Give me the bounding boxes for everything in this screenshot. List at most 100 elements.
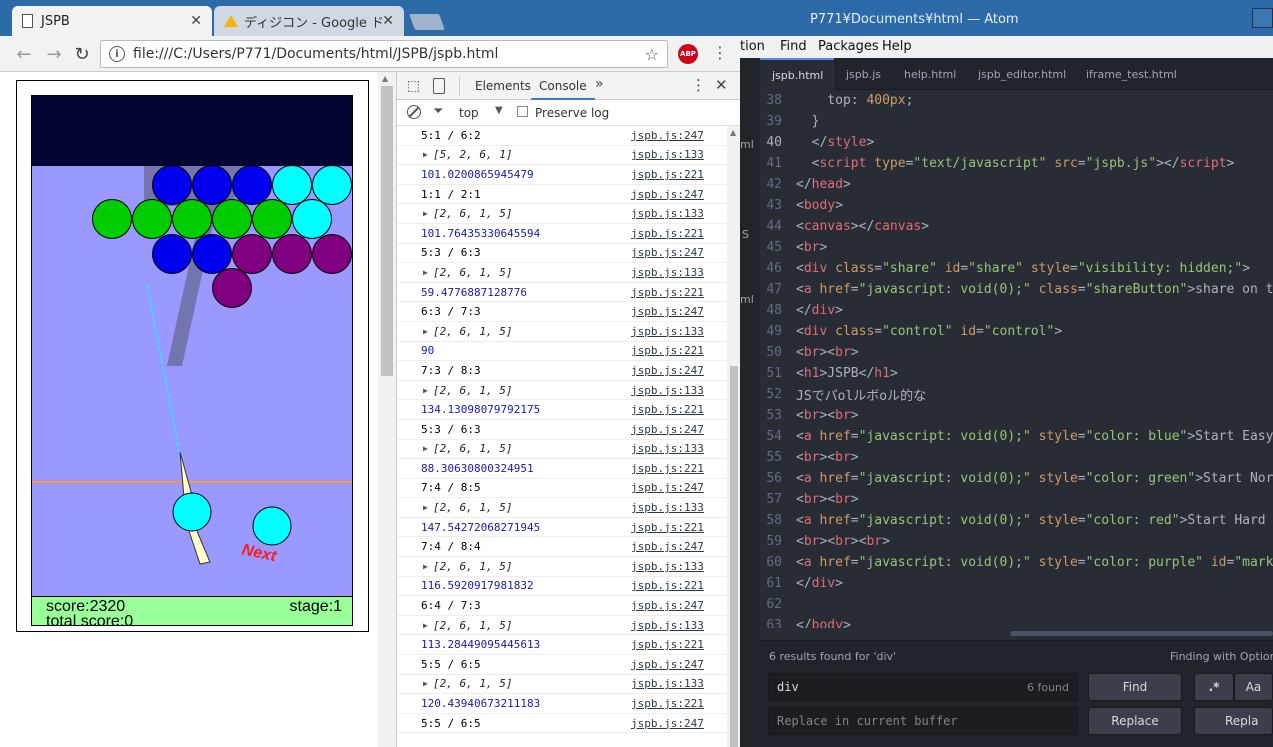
code-line[interactable]: 42 </head> — [760, 174, 1273, 195]
game-canvas[interactable]: Next score:2320 total score:0 stage:1 — [31, 95, 353, 626]
code-line[interactable]: 59 <br><br><br> — [760, 531, 1273, 552]
adblock-icon[interactable]: ABP — [678, 44, 698, 64]
info-icon[interactable]: i — [109, 46, 125, 62]
replace-input[interactable]: Replace in current buffer — [768, 707, 1078, 735]
source-link[interactable]: jspb.js:133 — [631, 384, 727, 397]
console-array-row[interactable]: ▶ [2, 6, 1, 5] jspb.js:133 — [397, 381, 727, 401]
source-link[interactable]: jspb.js:247 — [631, 658, 727, 671]
code-line[interactable]: 49 <div class="control" id="control"> — [760, 321, 1273, 342]
expand-triangle-icon[interactable]: ▶ — [423, 562, 428, 571]
device-toolbar-icon[interactable] — [433, 78, 445, 94]
find-input[interactable]: div 6 found — [768, 673, 1078, 701]
close-icon[interactable]: ✕ — [382, 13, 394, 29]
tab-jspb-editor-html[interactable]: jspb_editor.html — [966, 58, 1074, 90]
tab-jspb-js[interactable]: jspb.js — [834, 58, 892, 90]
devtools-menu-icon[interactable]: ⋮ — [691, 76, 706, 94]
close-devtools-icon[interactable]: ✕ — [715, 76, 728, 94]
source-link[interactable]: jspb.js:247 — [631, 481, 727, 494]
menu-item-packages[interactable]: Packages — [818, 39, 879, 54]
expand-triangle-icon[interactable]: ▶ — [423, 444, 428, 453]
source-link[interactable]: jspb.js:221 — [631, 697, 727, 710]
source-link[interactable]: jspb.js:221 — [631, 403, 727, 416]
clear-console-icon[interactable] — [407, 105, 421, 119]
code-line[interactable]: 38 top: 400px; — [760, 90, 1273, 111]
source-link[interactable]: jspb.js:247 — [631, 423, 727, 436]
menu-item-help[interactable]: Help — [882, 39, 912, 54]
case-toggle[interactable]: Aa — [1234, 673, 1273, 701]
context-selector[interactable]: top — [459, 106, 479, 120]
editor-hscroll[interactable] — [760, 628, 1273, 640]
code-line[interactable]: 56 <a href="javascript: void(0);" style="… — [760, 468, 1273, 489]
console-array-row[interactable]: ▶ [2, 6, 1, 5] jspb.js:133 — [397, 616, 727, 636]
code-line[interactable]: 48 </div> — [760, 300, 1273, 321]
console-array-row[interactable]: ▶ [5, 2, 6, 1] jspb.js:133 — [397, 146, 727, 166]
console-array-row[interactable]: ▶ [2, 6, 1, 5] jspb.js:133 — [397, 557, 727, 577]
code-line[interactable]: 47 <a href="javascript: void(0);" class="… — [760, 279, 1273, 300]
expand-triangle-icon[interactable]: ▶ — [423, 268, 428, 277]
source-link[interactable]: jspb.js:247 — [631, 364, 727, 377]
source-link[interactable]: jspb.js:133 — [631, 325, 727, 338]
code-line[interactable]: 60 <a href="javascript: void(0);" style="… — [760, 552, 1273, 573]
more-tabs-icon[interactable]: » — [595, 76, 604, 92]
code-line[interactable]: 55 <br><br> — [760, 447, 1273, 468]
expand-triangle-icon[interactable]: ▶ — [423, 679, 428, 688]
back-icon[interactable]: ← — [12, 42, 36, 66]
reload-icon[interactable]: ↻ — [70, 42, 94, 66]
code-line[interactable]: 52 JSでパolルボoル的な — [760, 384, 1273, 405]
code-line[interactable]: 43 <body> — [760, 195, 1273, 216]
chevron-down-icon[interactable]: ▼ — [495, 105, 503, 116]
menu-icon[interactable]: ⋮ — [712, 44, 728, 64]
tab-help-html[interactable]: help.html — [892, 58, 966, 90]
expand-triangle-icon[interactable]: ▶ — [423, 621, 428, 630]
scroll-thumb[interactable] — [1010, 631, 1273, 636]
source-link[interactable]: jspb.js:247 — [631, 246, 727, 259]
expand-triangle-icon[interactable]: ▶ — [423, 209, 428, 218]
tab-jspb-html[interactable]: jspb.html — [760, 58, 834, 90]
preserve-log-checkbox[interactable] — [517, 106, 528, 117]
scroll-up-icon[interactable]: ▲ — [382, 74, 388, 83]
console-array-row[interactable]: ▶ [2, 6, 1, 5] jspb.js:133 — [397, 204, 727, 224]
tab-google-drive[interactable]: ディジコン - Google ド ✕ — [214, 6, 404, 36]
source-link[interactable]: jspb.js:247 — [631, 540, 727, 553]
source-link[interactable]: jspb.js:133 — [631, 207, 727, 220]
source-link[interactable]: jspb.js:133 — [631, 148, 727, 161]
expand-triangle-icon[interactable]: ▶ — [423, 503, 428, 512]
source-link[interactable]: jspb.js:221 — [631, 286, 727, 299]
page-scrollbar[interactable]: ▲ — [378, 72, 396, 747]
replace-button[interactable]: Replace — [1088, 707, 1182, 735]
expand-triangle-icon[interactable]: ▶ — [423, 327, 428, 336]
menu-item-selection[interactable]: tion — [740, 39, 765, 54]
new-tab-button[interactable] — [409, 14, 445, 30]
close-icon[interactable]: ✕ — [190, 13, 202, 29]
tab-jspb[interactable]: JSPB ✕ — [12, 6, 212, 36]
source-link[interactable]: jspb.js:133 — [631, 619, 727, 632]
regex-toggle[interactable]: .* — [1194, 673, 1234, 701]
address-bar[interactable]: i file:///C:/Users/P771/Documents/html/J… — [100, 40, 668, 68]
code-line[interactable]: 45 <br> — [760, 237, 1273, 258]
code-line[interactable]: 51 <h1>JSPB</h1> — [760, 363, 1273, 384]
source-link[interactable]: jspb.js:221 — [631, 227, 727, 240]
find-button[interactable]: Find — [1088, 673, 1182, 701]
source-link[interactable]: jspb.js:133 — [631, 677, 727, 690]
console-array-row[interactable]: ▶ [2, 6, 1, 5] jspb.js:133 — [397, 498, 727, 518]
inspect-icon[interactable]: ⬚ — [407, 78, 420, 94]
code-line[interactable]: 46 <div class="share" id="share" style="v… — [760, 258, 1273, 279]
source-link[interactable]: jspb.js:247 — [631, 129, 727, 142]
source-link[interactable]: jspb.js:221 — [631, 462, 727, 475]
tab-elements[interactable]: Elements — [475, 79, 531, 93]
scroll-up-icon[interactable]: ▲ — [730, 128, 736, 137]
filter-icon[interactable]: ⏷ — [433, 104, 443, 119]
code-line[interactable]: 50 <br><br> — [760, 342, 1273, 363]
scroll-thumb[interactable] — [381, 86, 393, 376]
code-line[interactable]: 61 </div> — [760, 573, 1273, 594]
code-editor[interactable]: 38 top: 400px; 39 } 40 </style> 41 <script … — [760, 90, 1273, 628]
code-line[interactable]: 63 </body> — [760, 615, 1273, 628]
replace-all-button[interactable]: Repla — [1194, 707, 1273, 735]
source-link[interactable]: jspb.js:221 — [631, 168, 727, 181]
code-line[interactable]: 62 — [760, 594, 1273, 615]
source-link[interactable]: jspb.js:221 — [631, 344, 727, 357]
source-link[interactable]: jspb.js:133 — [631, 442, 727, 455]
expand-triangle-icon[interactable]: ▶ — [423, 150, 428, 159]
source-link[interactable]: jspb.js:133 — [631, 266, 727, 279]
code-line[interactable]: 58 <a href="javascript: void(0);" style="… — [760, 510, 1273, 531]
